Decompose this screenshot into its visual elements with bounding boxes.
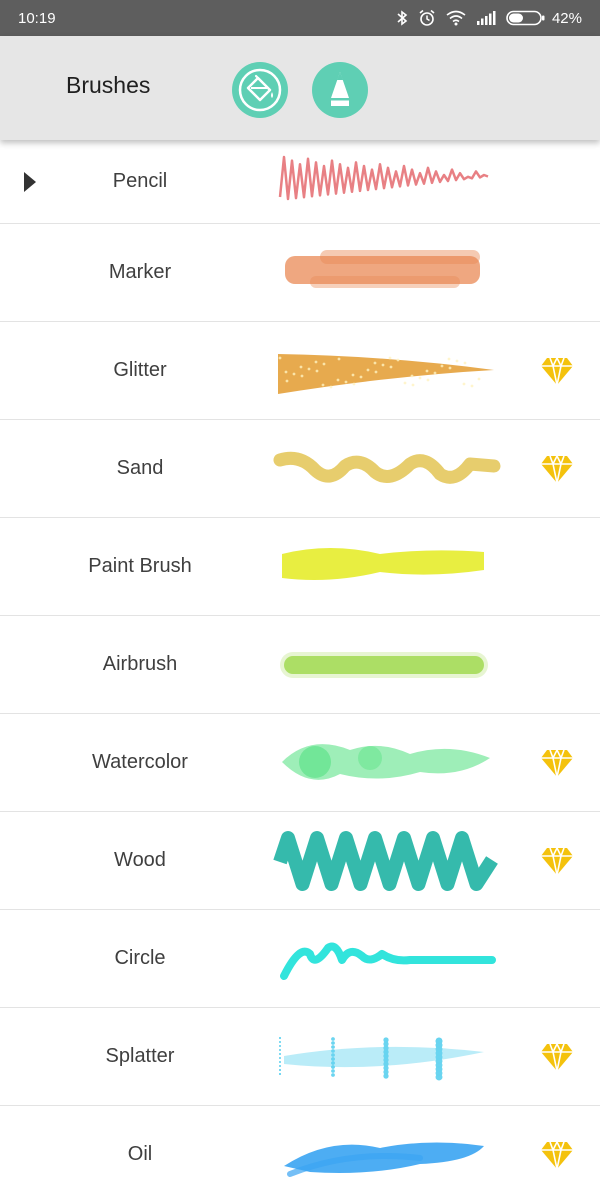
brush-label: Marker bbox=[108, 261, 172, 283]
brush-label: Circle bbox=[114, 947, 166, 969]
diamond-icon bbox=[540, 846, 574, 876]
brush-stroke-preview bbox=[270, 532, 502, 602]
brush-row[interactable]: Watercolor bbox=[0, 714, 600, 812]
brush-row[interactable]: Airbrush bbox=[0, 616, 600, 714]
brush-label: Wood bbox=[114, 849, 166, 871]
pen-icon bbox=[331, 72, 349, 106]
paint-bucket-button[interactable] bbox=[232, 62, 288, 118]
diamond-icon bbox=[540, 1042, 574, 1072]
diamond-icon bbox=[540, 1140, 574, 1170]
brush-stroke-preview bbox=[270, 336, 502, 406]
status-icons: 42% bbox=[396, 9, 582, 27]
brush-label: Glitter bbox=[113, 359, 167, 381]
brush-row[interactable]: Pencil bbox=[0, 140, 600, 224]
battery-percent: 42% bbox=[551, 9, 582, 27]
brush-label: Sand bbox=[116, 457, 164, 479]
brush-row[interactable]: Circle bbox=[0, 910, 600, 1008]
brush-stroke-preview bbox=[270, 630, 502, 700]
battery-indicator: 42% bbox=[506, 10, 582, 27]
brush-row[interactable]: Oil bbox=[0, 1106, 600, 1200]
paint-bucket-icon bbox=[238, 68, 282, 112]
toolbar: Brushes bbox=[0, 36, 600, 140]
status-time: 10:19 bbox=[18, 9, 56, 27]
diamond-icon bbox=[540, 454, 574, 484]
brush-stroke-preview bbox=[270, 1022, 502, 1092]
brush-label: Pencil bbox=[112, 170, 168, 192]
pen-button[interactable] bbox=[312, 62, 368, 118]
page-title: Brushes bbox=[66, 72, 151, 98]
brush-label: Oil bbox=[127, 1143, 153, 1165]
battery-icon bbox=[506, 10, 545, 26]
brush-stroke-preview bbox=[270, 826, 502, 896]
brush-stroke-preview bbox=[270, 238, 502, 308]
brush-list: Pencil Marker Glitter Sand Paint Brush Air… bbox=[0, 140, 600, 1200]
brush-row[interactable]: Splatter bbox=[0, 1008, 600, 1106]
diamond-icon bbox=[540, 356, 574, 386]
brush-label: Splatter bbox=[105, 1045, 175, 1067]
brush-stroke-preview bbox=[270, 434, 502, 504]
selected-arrow-icon bbox=[24, 171, 36, 192]
wifi-icon bbox=[446, 10, 466, 26]
signal-icon bbox=[476, 11, 496, 25]
brush-stroke-preview bbox=[270, 728, 502, 798]
brush-label: Paint Brush bbox=[88, 555, 192, 577]
brush-row[interactable]: Sand bbox=[0, 420, 600, 518]
brush-stroke-preview bbox=[270, 1120, 502, 1190]
brush-row[interactable]: Glitter bbox=[0, 322, 600, 420]
brush-label: Airbrush bbox=[102, 653, 178, 675]
bluetooth-icon bbox=[397, 10, 408, 26]
diamond-icon bbox=[540, 748, 574, 778]
brush-row[interactable]: Marker bbox=[0, 224, 600, 322]
alarm-icon bbox=[419, 9, 435, 26]
brush-label: Watercolor bbox=[92, 751, 188, 773]
status-bar: 10:19 42% bbox=[0, 0, 600, 36]
brush-stroke-preview bbox=[270, 147, 502, 217]
brush-row[interactable]: Paint Brush bbox=[0, 518, 600, 616]
brush-stroke-preview bbox=[270, 924, 502, 994]
brush-row[interactable]: Wood bbox=[0, 812, 600, 910]
